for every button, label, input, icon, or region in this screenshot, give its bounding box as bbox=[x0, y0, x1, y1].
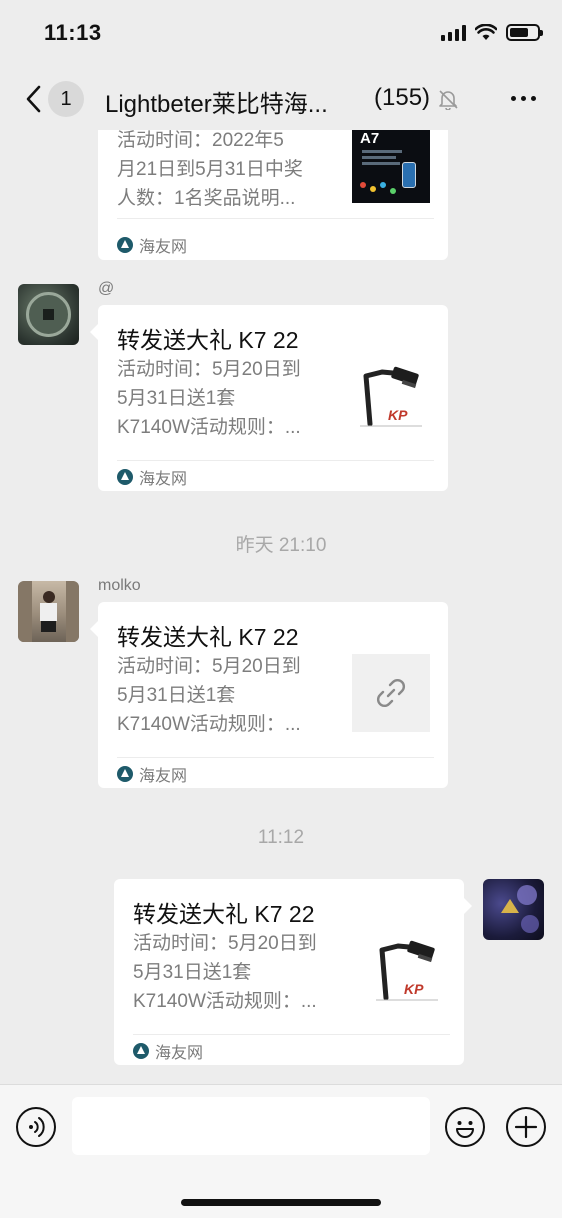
card-description-line: K7140W活动规则：... bbox=[133, 991, 317, 1012]
more-actions-button[interactable] bbox=[506, 1107, 546, 1147]
card-thumbnail: KP bbox=[368, 934, 446, 1012]
member-count: (155) bbox=[374, 84, 431, 111]
bubble-tail bbox=[464, 898, 472, 914]
card-source: 海友网 bbox=[133, 1039, 203, 1063]
card-source: 海友网 bbox=[117, 233, 187, 257]
card-description-line: 5月31日送1套 bbox=[133, 962, 252, 983]
link-card[interactable]: 活动时间：2022年5 月21日到5月31日中奖 人数：1名奖品说明... A7… bbox=[98, 130, 448, 260]
back-button[interactable] bbox=[18, 84, 48, 114]
card-description-line: 活动时间：5月20日到 bbox=[133, 933, 317, 954]
source-label: 海友网 bbox=[139, 239, 188, 256]
svg-text:KP: KP bbox=[404, 981, 424, 997]
link-card[interactable]: 转发送大礼 K7 22 活动时间：5月20日到 5月31日送1套 K7140W活… bbox=[114, 879, 464, 1065]
source-label: 海友网 bbox=[139, 768, 188, 785]
timestamp: 昨天 21:10 bbox=[235, 535, 327, 556]
card-thumbnail: A7 bbox=[352, 130, 430, 203]
smile-icon bbox=[456, 1121, 474, 1138]
card-divider bbox=[117, 218, 434, 219]
card-description-line: 人数：1名奖品说明... bbox=[117, 188, 296, 209]
card-description-line: K7140W活动规则：... bbox=[117, 714, 301, 735]
unread-badge[interactable]: 1 bbox=[48, 81, 84, 117]
card-description-line: 活动时间：5月20日到 bbox=[117, 359, 301, 380]
mute-bell-icon bbox=[439, 90, 458, 110]
timestamp: 11:12 bbox=[257, 827, 305, 848]
my-avatar[interactable] bbox=[483, 879, 544, 940]
more-options-button[interactable] bbox=[511, 96, 536, 101]
chat-header: 1 Lightbeter莱比特海... (155) bbox=[0, 70, 562, 130]
card-thumbnail: KP bbox=[352, 360, 430, 438]
card-title: 转发送大礼 K7 22 bbox=[117, 624, 299, 650]
link-card[interactable]: 转发送大礼 K7 22 活动时间：5月20日到 5月31日送1套 K7140W活… bbox=[98, 602, 448, 788]
voice-icon bbox=[29, 1117, 45, 1137]
avatar[interactable] bbox=[18, 581, 79, 642]
chat-title[interactable]: Lightbeter莱比特海... bbox=[105, 84, 363, 119]
message-input-bar bbox=[0, 1084, 562, 1218]
card-divider bbox=[117, 460, 434, 461]
home-indicator[interactable] bbox=[181, 1199, 381, 1206]
bubble-tail bbox=[90, 621, 98, 637]
lamp-image: KP bbox=[360, 366, 422, 427]
sender-name: molko bbox=[98, 577, 141, 594]
source-label: 海友网 bbox=[139, 471, 188, 488]
card-source: 海友网 bbox=[117, 762, 187, 786]
source-app-icon bbox=[117, 766, 133, 782]
cellular-signal-icon bbox=[441, 24, 466, 41]
card-description-line: 活动时间：5月20日到 bbox=[117, 656, 301, 677]
card-title: 转发送大礼 K7 22 bbox=[133, 901, 315, 927]
chevron-left-icon bbox=[26, 85, 41, 113]
svg-text:KP: KP bbox=[388, 407, 408, 423]
bubble-tail bbox=[90, 324, 98, 340]
link-icon bbox=[377, 679, 405, 707]
card-description-line: 5月31日送1套 bbox=[117, 685, 236, 706]
voice-button[interactable] bbox=[16, 1107, 56, 1147]
emoji-button[interactable] bbox=[445, 1107, 485, 1147]
link-card[interactable]: 转发送大礼 K7 22 活动时间：5月20日到 5月31日送1套 K7140W活… bbox=[98, 305, 448, 491]
source-label: 海友网 bbox=[155, 1045, 204, 1062]
avatar[interactable] bbox=[18, 284, 79, 345]
thumbnail-label: A7 bbox=[360, 130, 380, 147]
source-app-icon bbox=[117, 469, 133, 485]
battery-icon bbox=[506, 24, 543, 41]
status-icons bbox=[441, 24, 543, 41]
source-app-icon bbox=[117, 237, 133, 253]
card-thumbnail bbox=[352, 654, 430, 732]
card-source: 海友网 bbox=[117, 465, 187, 489]
status-bar: 11:13 bbox=[0, 0, 562, 70]
card-description-line: 月21日到5月31日中奖 bbox=[117, 159, 303, 180]
plus-icon bbox=[514, 1115, 538, 1139]
card-description-line: 5月31日送1套 bbox=[117, 388, 236, 409]
lamp-image: KP bbox=[376, 940, 438, 1001]
status-time: 11:13 bbox=[44, 20, 102, 45]
card-divider bbox=[133, 1034, 450, 1035]
wifi-icon bbox=[475, 24, 497, 40]
card-divider bbox=[117, 757, 434, 758]
card-title: 转发送大礼 K7 22 bbox=[117, 327, 299, 353]
card-description-line: 活动时间：2022年5 bbox=[117, 130, 284, 151]
sender-name: @ bbox=[98, 280, 115, 297]
source-app-icon bbox=[133, 1043, 149, 1059]
message-input[interactable] bbox=[72, 1097, 430, 1155]
card-description-line: K7140W活动规则：... bbox=[117, 417, 301, 438]
chat-messages[interactable]: 活动时间：2022年5 月21日到5月31日中奖 人数：1名奖品说明... A7… bbox=[0, 130, 562, 1084]
